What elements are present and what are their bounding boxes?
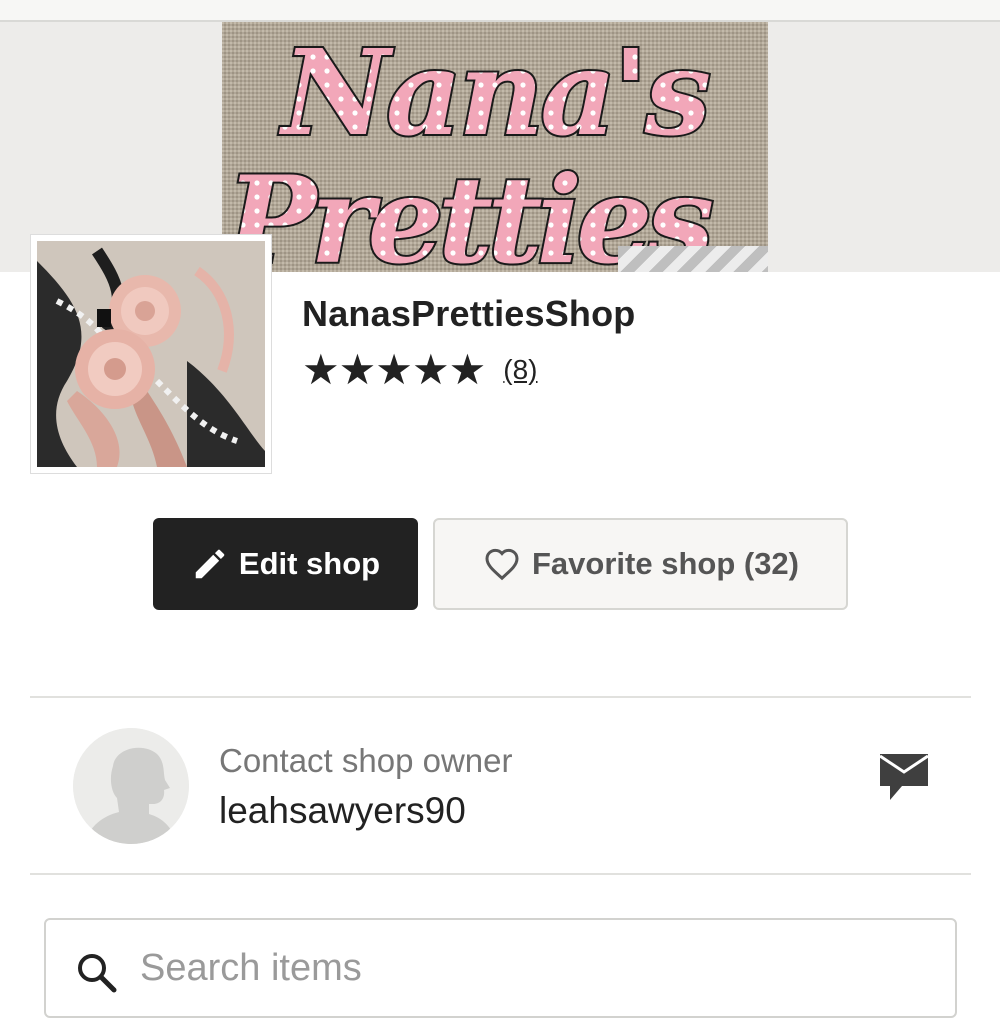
banner-logo: Nana's Pretties — [222, 22, 721, 272]
message-icon[interactable] — [876, 752, 932, 809]
banner-stripe — [618, 246, 768, 272]
shop-rating[interactable]: ★★★★★ (8) — [302, 348, 538, 392]
divider — [30, 696, 971, 698]
svg-text:Nana's: Nana's — [278, 23, 710, 162]
search-box[interactable] — [44, 918, 957, 1018]
review-count-link[interactable]: (8) — [503, 354, 537, 386]
rating-stars: ★★★★★ — [302, 346, 486, 393]
search-icon — [76, 952, 118, 999]
banner-image: Nana's Pretties — [222, 22, 768, 272]
favorite-shop-button[interactable]: Favorite shop (32) — [433, 518, 848, 610]
shop-avatar[interactable] — [31, 235, 271, 473]
edit-shop-label: Edit shop — [238, 546, 381, 581]
contact-owner-label: Contact shop owner — [219, 742, 513, 779]
heart-outline-icon — [482, 544, 522, 584]
edit-shop-button[interactable]: Edit shop — [153, 518, 418, 610]
favorite-shop-label: Favorite shop (32) — [532, 546, 799, 581]
default-profile-icon — [73, 728, 189, 844]
search-input[interactable] — [138, 942, 922, 994]
owner-avatar[interactable] — [73, 728, 189, 844]
top-strip — [0, 0, 1000, 22]
shop-name[interactable]: NanasPrettiesShop — [302, 293, 636, 335]
owner-username[interactable]: leahsawyers90 — [219, 790, 466, 832]
pencil-icon — [191, 545, 229, 583]
divider — [30, 873, 971, 875]
shop-avatar-image — [37, 241, 265, 467]
